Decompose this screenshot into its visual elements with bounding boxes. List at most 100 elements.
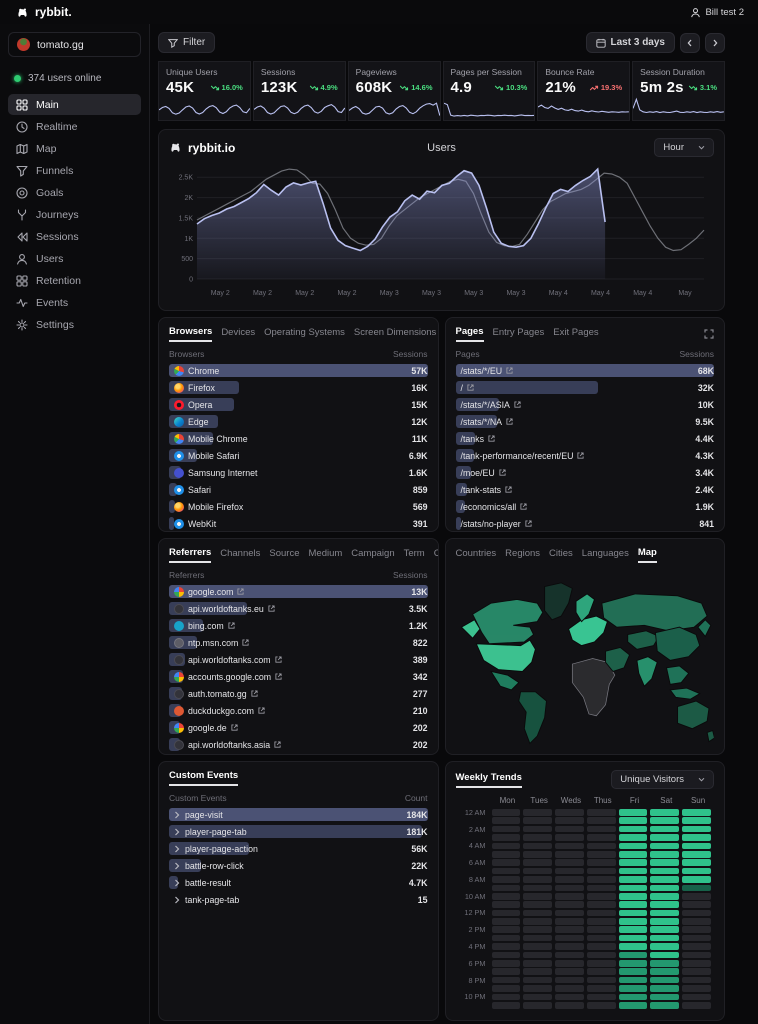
heatmap-cell[interactable] <box>555 918 584 925</box>
heatmap-cell[interactable] <box>523 952 552 959</box>
heatmap-cell[interactable] <box>682 893 711 900</box>
heatmap-cell[interactable] <box>619 817 648 824</box>
user-menu[interactable]: Bill test 2 <box>690 7 744 18</box>
tab-content[interactable]: Content <box>434 548 439 562</box>
heatmap-cell[interactable] <box>619 851 648 858</box>
list-item[interactable]: WebKit391 <box>169 517 428 530</box>
list-item[interactable]: /economics/all1.9K <box>456 500 715 513</box>
heatmap-cell[interactable] <box>619 943 648 950</box>
heatmap-cell[interactable] <box>587 968 616 975</box>
heatmap-cell[interactable] <box>682 851 711 858</box>
heatmap-cell[interactable] <box>650 876 679 883</box>
tab-map[interactable]: Map <box>638 547 657 563</box>
heatmap-cell[interactable] <box>555 968 584 975</box>
list-item[interactable]: /stats/no-player841 <box>456 517 715 530</box>
heatmap-cell[interactable] <box>587 826 616 833</box>
heatmap-cell[interactable] <box>619 994 648 1001</box>
heatmap-cell[interactable] <box>619 893 648 900</box>
heatmap-cell[interactable] <box>650 859 679 866</box>
prev-period-button[interactable] <box>680 33 700 53</box>
heatmap-cell[interactable] <box>492 994 521 1001</box>
heatmap-cell[interactable] <box>492 926 521 933</box>
list-item[interactable]: battle-row-click22K <box>169 859 428 872</box>
heatmap-cell[interactable] <box>523 1002 552 1009</box>
list-item[interactable]: /32K <box>456 381 715 394</box>
filter-button[interactable]: Filter <box>158 32 215 53</box>
list-item[interactable]: api.worldoftanks.com389 <box>169 653 428 666</box>
stat-card-unique-users[interactable]: Unique Users45K16.0% <box>158 61 251 121</box>
heatmap-cell[interactable] <box>650 1002 679 1009</box>
tab-operating-systems[interactable]: Operating Systems <box>264 327 345 341</box>
heatmap-cell[interactable] <box>587 918 616 925</box>
heatmap-cell[interactable] <box>587 1002 616 1009</box>
sidebar-item-events[interactable]: Events <box>8 292 141 313</box>
heatmap-cell[interactable] <box>650 893 679 900</box>
list-item[interactable]: Firefox16K <box>169 381 428 394</box>
heatmap-cell[interactable] <box>682 826 711 833</box>
list-item[interactable]: Mobile Chrome11K <box>169 432 428 445</box>
list-item[interactable]: page-visit184K <box>169 808 428 821</box>
list-item[interactable]: /tank-stats2.4K <box>456 483 715 496</box>
tab-weekly-trends[interactable]: Weekly Trends <box>456 772 522 788</box>
heatmap-cell[interactable] <box>650 851 679 858</box>
heatmap-cell[interactable] <box>587 859 616 866</box>
list-item[interactable]: api.worldoftanks.eu3.5K <box>169 602 428 615</box>
heatmap-cell[interactable] <box>650 960 679 967</box>
heatmap-cell[interactable] <box>682 834 711 841</box>
heatmap-cell[interactable] <box>682 968 711 975</box>
heatmap-cell[interactable] <box>650 935 679 942</box>
heatmap-cell[interactable] <box>650 868 679 875</box>
stat-card-bounce-rate[interactable]: Bounce Rate21%19.3% <box>537 61 630 121</box>
heatmap-cell[interactable] <box>555 977 584 984</box>
heatmap-cell[interactable] <box>555 876 584 883</box>
list-item[interactable]: Opera15K <box>169 398 428 411</box>
heatmap-cell[interactable] <box>492 859 521 866</box>
heatmap-cell[interactable] <box>587 809 616 816</box>
tab-cities[interactable]: Cities <box>549 548 573 562</box>
heatmap-cell[interactable] <box>492 1002 521 1009</box>
heatmap-cell[interactable] <box>523 809 552 816</box>
heatmap-cell[interactable] <box>650 817 679 824</box>
world-map[interactable] <box>456 572 715 755</box>
heatmap-cell[interactable] <box>619 885 648 892</box>
heatmap-cell[interactable] <box>587 851 616 858</box>
sidebar-item-retention[interactable]: Retention <box>8 270 141 291</box>
heatmap-cell[interactable] <box>619 977 648 984</box>
list-item[interactable]: battle-result4.7K <box>169 876 428 889</box>
list-item[interactable]: tank-page-tab15 <box>169 893 428 906</box>
sidebar-item-main[interactable]: Main <box>8 94 141 115</box>
heatmap-cell[interactable] <box>492 843 521 850</box>
heatmap-cell[interactable] <box>619 952 648 959</box>
heatmap-cell[interactable] <box>587 901 616 908</box>
heatmap-cell[interactable] <box>492 809 521 816</box>
heatmap-cell[interactable] <box>619 868 648 875</box>
heatmap-cell[interactable] <box>619 910 648 917</box>
heatmap-cell[interactable] <box>492 918 521 925</box>
heatmap-cell[interactable] <box>682 817 711 824</box>
heatmap-cell[interactable] <box>587 876 616 883</box>
list-item[interactable]: Safari859 <box>169 483 428 496</box>
heatmap-cell[interactable] <box>619 843 648 850</box>
heatmap-cell[interactable] <box>555 901 584 908</box>
heatmap-cell[interactable] <box>587 960 616 967</box>
heatmap-cell[interactable] <box>555 935 584 942</box>
heatmap-cell[interactable] <box>587 817 616 824</box>
heatmap-cell[interactable] <box>650 910 679 917</box>
heatmap-cell[interactable] <box>650 826 679 833</box>
heatmap-cell[interactable] <box>650 901 679 908</box>
heatmap-cell[interactable] <box>555 893 584 900</box>
app-logo[interactable]: rybbit. <box>16 5 72 19</box>
heatmap-cell[interactable] <box>523 817 552 824</box>
list-item[interactable]: auth.tomato.gg277 <box>169 687 428 700</box>
heatmap-cell[interactable] <box>587 843 616 850</box>
tab-browsers[interactable]: Browsers <box>169 326 212 342</box>
tab-channels[interactable]: Channels <box>220 548 260 562</box>
heatmap-cell[interactable] <box>619 834 648 841</box>
users-chart[interactable]: 05001K1.5K2K2.5KMay 2May 2May 2May 2May … <box>169 159 710 309</box>
tab-source[interactable]: Source <box>269 548 299 562</box>
heatmap-cell[interactable] <box>492 968 521 975</box>
heatmap-cell[interactable] <box>555 952 584 959</box>
stat-card-sessions[interactable]: Sessions123K4.9% <box>253 61 346 121</box>
heatmap-cell[interactable] <box>523 985 552 992</box>
heatmap-cell[interactable] <box>682 1002 711 1009</box>
